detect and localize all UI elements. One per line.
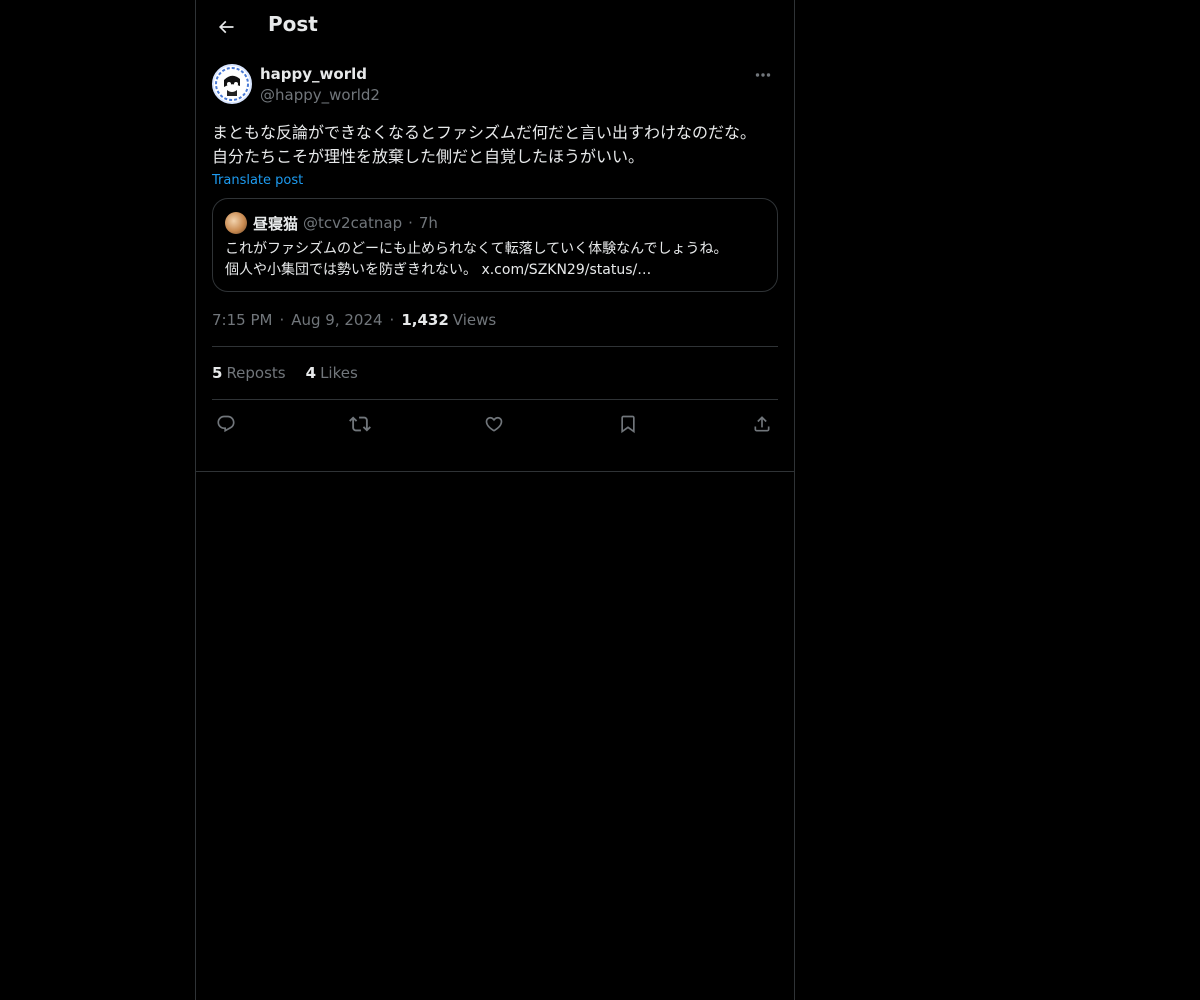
post-text: まともな反論ができなくなるとファシズムだ何だと言い出すわけなのだな。 自分たちこ… xyxy=(212,123,757,166)
quoted-post[interactable]: 昼寝猫 @tcv2catnap · 7h これがファシズムのどーにも止められなく… xyxy=(212,198,778,292)
reposts-label: Reposts xyxy=(226,364,286,382)
quoted-author-handle: @tcv2catnap xyxy=(303,214,403,232)
reposts-count: 5 xyxy=(212,364,223,382)
share-button[interactable] xyxy=(750,412,774,436)
quoted-avatar xyxy=(225,212,247,234)
meta-separator: · xyxy=(389,311,395,329)
quoted-author-name: 昼寝猫 xyxy=(253,214,299,233)
quoted-separator: · xyxy=(408,214,413,232)
translate-link[interactable]: Translate post xyxy=(212,173,303,188)
more-horizontal-icon xyxy=(755,73,771,77)
meta-separator: · xyxy=(279,311,285,329)
like-button[interactable] xyxy=(482,412,506,436)
quoted-time: 7h xyxy=(418,214,438,232)
repost-button[interactable] xyxy=(348,412,372,436)
views-count: 1,432 xyxy=(401,311,449,329)
more-button[interactable] xyxy=(748,64,778,86)
quoted-text: これがファシズムのどーにも止められなくて転落していく体験なんでしょうね。 個人や… xyxy=(225,241,728,278)
like-icon xyxy=(485,416,503,432)
post-stats: 5 Reposts 4 Likes xyxy=(212,347,778,399)
back-button[interactable] xyxy=(208,9,244,45)
likes-label: Likes xyxy=(320,364,358,382)
avatar-image xyxy=(214,66,250,102)
action-bar xyxy=(212,400,778,448)
reply-button[interactable] xyxy=(214,412,238,436)
post-time[interactable]: 7:15 PM xyxy=(212,311,272,329)
post-meta: 7:15 PM · Aug 9, 2024 · 1,432 Views xyxy=(212,310,778,330)
likes-count: 4 xyxy=(305,364,317,382)
main-column: Post happy_world @happy_world2 まともな反論ができ… xyxy=(195,0,795,1000)
likes-stat[interactable]: 4 Likes xyxy=(306,364,358,382)
views-label: Views xyxy=(452,311,497,329)
bookmark-button[interactable] xyxy=(616,412,640,436)
bookmark-icon xyxy=(621,415,635,434)
page-title: Post xyxy=(268,12,318,36)
quoted-post-header: 昼寝猫 @tcv2catnap · 7h xyxy=(225,211,765,235)
repost-icon xyxy=(349,416,371,432)
post-date[interactable]: Aug 9, 2024 xyxy=(291,311,382,329)
arrow-left-icon xyxy=(218,20,234,34)
header: Post xyxy=(196,0,794,54)
reply-icon xyxy=(217,415,235,433)
author-handle[interactable]: @happy_world2 xyxy=(260,86,380,104)
share-icon xyxy=(754,416,770,432)
reposts-stat[interactable]: 5 Reposts xyxy=(212,364,286,382)
author-name[interactable]: happy_world xyxy=(260,65,367,83)
avatar[interactable] xyxy=(212,64,252,104)
author-row: happy_world @happy_world2 xyxy=(212,64,778,108)
divider xyxy=(196,471,794,472)
post: happy_world @happy_world2 まともな反論ができなくなると… xyxy=(212,64,778,448)
